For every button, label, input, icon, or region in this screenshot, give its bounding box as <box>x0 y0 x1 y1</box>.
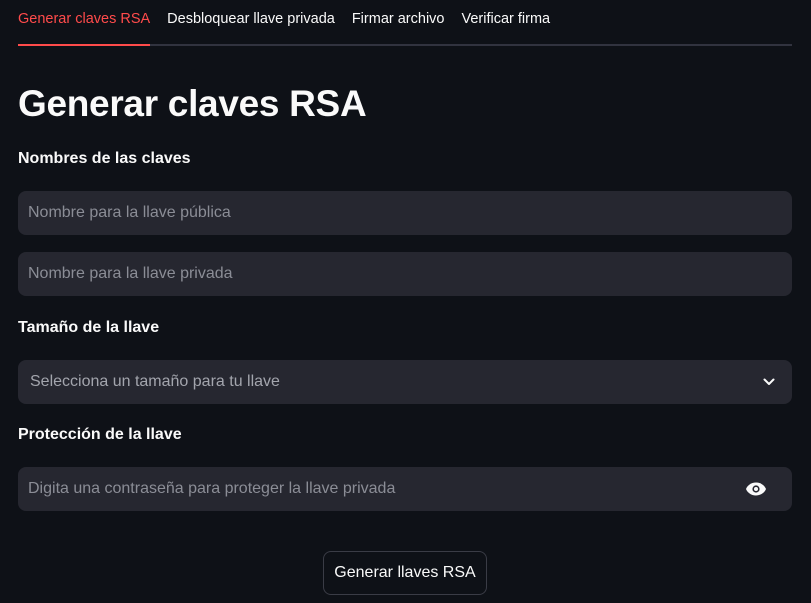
key-size-select-placeholder: Selecciona un tamaño para tu llave <box>30 373 280 390</box>
key-protection-label: Protección de la llave <box>18 426 182 443</box>
key-size-label: Tamaño de la llave <box>18 319 160 336</box>
tab-bar: Generar claves RSA Desbloquear llave pri… <box>18 0 792 46</box>
page-title: Generar claves RSA <box>18 83 367 124</box>
public-key-name-input[interactable] <box>18 191 792 235</box>
tab-verificar-firma[interactable]: Verificar firma <box>461 10 550 44</box>
key-size-select[interactable]: Selecciona un tamaño para tu llave <box>18 360 792 404</box>
tab-firmar-archivo[interactable]: Firmar archivo <box>352 10 445 44</box>
password-field <box>18 467 792 511</box>
chevron-down-icon[interactable] <box>762 375 776 389</box>
generate-rsa-keys-button[interactable]: Generar llaves RSA <box>323 551 487 595</box>
password-input[interactable] <box>18 467 744 511</box>
key-names-label: Nombres de las claves <box>18 150 191 167</box>
private-key-name-field <box>18 252 792 296</box>
private-key-name-input[interactable] <box>18 252 792 296</box>
eye-icon[interactable] <box>744 477 768 501</box>
tab-generar-claves-rsa[interactable]: Generar claves RSA <box>18 10 151 46</box>
public-key-name-field <box>18 191 792 235</box>
app-page: Generar claves RSA Desbloquear llave pri… <box>0 0 811 603</box>
tab-desbloquear-llave-privada[interactable]: Desbloquear llave privada <box>167 10 335 44</box>
